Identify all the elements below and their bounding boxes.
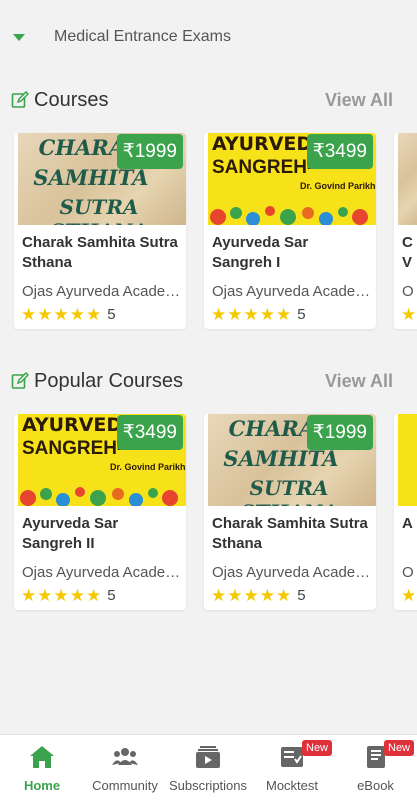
course-author: Ojas Ayurveda Academy — [22, 564, 184, 581]
view-all-link[interactable]: View All — [325, 90, 393, 111]
view-all-link[interactable]: View All — [325, 371, 393, 392]
nav-community[interactable]: Community — [84, 735, 166, 800]
courses-section: Courses View All CHARAK SAMHITA SUTRA ST… — [0, 82, 417, 333]
section-title: Courses — [34, 89, 109, 111]
nav-label: Subscriptions — [168, 778, 248, 793]
star-icon: ★ — [243, 586, 259, 605]
decorative-splash — [20, 487, 178, 506]
star-icon: ★ — [211, 305, 227, 324]
star-icon: ★ — [211, 586, 227, 605]
star-icon: ★ — [53, 586, 69, 605]
course-card[interactable]: CHARAK SAMHITA SUTRA STHANA ₹1999 Charak… — [14, 133, 186, 329]
course-author: Ojas Ayurveda Academy — [212, 564, 374, 581]
exam-category-dropdown[interactable]: Medical Entrance Exams — [0, 14, 417, 60]
star-icon: ★ — [86, 586, 102, 605]
nav-label: Community — [92, 778, 158, 793]
new-badge: New — [384, 740, 415, 756]
course-card[interactable]: AYURVEDA S SANGREH- Dr. Govind Parikh ₹3… — [14, 414, 186, 610]
thumb-text: SANGREH- — [212, 157, 314, 178]
rating: ★ — [401, 306, 417, 323]
nav-label: Mocktest — [265, 778, 318, 793]
rating: ★ ★ ★ ★ ★ 5 — [211, 306, 306, 323]
star-icon: ★ — [69, 305, 85, 324]
star-icon: ★ — [37, 586, 53, 605]
nav-label: Home — [23, 778, 61, 793]
home-icon — [30, 746, 54, 768]
star-icon: ★ — [259, 586, 275, 605]
nav-home[interactable]: Home — [0, 735, 84, 800]
thumb-text: SANGREH- — [22, 438, 124, 459]
star-icon: ★ — [401, 586, 417, 605]
rating: ★ ★ ★ ★ ★ 5 — [21, 587, 116, 604]
course-title: Ayurveda Sar Sangreh II — [22, 515, 119, 552]
star-icon: ★ — [86, 305, 102, 324]
course-card-peek[interactable]: A I O ★ — [394, 414, 417, 610]
price-badge: ₹1999 — [306, 415, 373, 450]
section-title: Popular Courses — [34, 370, 183, 392]
thumb-text: Dr. Govind Parikh — [300, 181, 376, 191]
course-card[interactable]: CHARAK SAMHITA SUTRA STHANA ₹1999 Charak… — [204, 414, 376, 610]
rating: ★ ★ ★ ★ ★ 5 — [21, 306, 116, 323]
course-card-peek[interactable]: C V O ★ — [394, 133, 417, 329]
star-icon: ★ — [401, 305, 417, 324]
popular-courses-header: Popular Courses View All — [0, 363, 417, 401]
community-icon — [112, 748, 138, 765]
star-icon: ★ — [53, 305, 69, 324]
nav-label: eBook — [357, 778, 394, 793]
caret-down-icon — [13, 34, 25, 41]
nav-ebook[interactable]: New eBook — [334, 735, 417, 800]
course-card[interactable]: AYURVEDA S SANGREH- Dr. Govind Parikh ₹3… — [204, 133, 376, 329]
star-icon: ★ — [21, 586, 37, 605]
star-icon: ★ — [243, 305, 259, 324]
course-title: Charak Samhita Sutra Sthana — [212, 515, 368, 552]
price-badge: ₹3499 — [306, 134, 373, 169]
star-icon: ★ — [276, 586, 292, 605]
rating-value: 5 — [107, 587, 116, 604]
star-icon: ★ — [276, 305, 292, 324]
price-badge: ₹1999 — [116, 134, 183, 169]
course-author: Ojas Ayurveda Academy — [212, 283, 374, 300]
rating: ★ ★ ★ ★ ★ 5 — [211, 587, 306, 604]
edit-icon — [11, 91, 29, 108]
rating-value: 5 — [297, 306, 306, 323]
course-title: Charak Samhita Sutra Sthana — [22, 234, 178, 271]
popular-courses-section: Popular Courses View All AYURVEDA S SANG… — [0, 363, 417, 614]
decorative-splash — [210, 206, 368, 225]
rating-value: 5 — [297, 587, 306, 604]
course-thumbnail — [398, 414, 417, 506]
course-author: Ojas Ayurveda Academy — [22, 283, 184, 300]
nav-mocktest[interactable]: New Mocktest — [250, 735, 334, 800]
course-thumbnail — [398, 133, 417, 225]
course-title: C V — [402, 234, 413, 271]
subscriptions-icon — [196, 746, 220, 768]
star-icon: ★ — [69, 586, 85, 605]
rating-value: 5 — [107, 306, 116, 323]
price-badge: ₹3499 — [116, 415, 183, 450]
new-badge: New — [302, 740, 333, 756]
course-title: Ayurveda Sar Sangreh I — [212, 234, 309, 271]
exam-category-label: Medical Entrance Exams — [54, 28, 231, 45]
rating: ★ — [401, 587, 417, 604]
thumb-text: SUTRA STHANA — [50, 195, 148, 225]
popular-card-row[interactable]: AYURVEDA S SANGREH- Dr. Govind Parikh ₹3… — [0, 414, 417, 614]
course-title: A I — [402, 515, 417, 532]
star-icon: ★ — [227, 586, 243, 605]
nav-subscriptions[interactable]: Subscriptions — [166, 735, 250, 800]
star-icon: ★ — [37, 305, 53, 324]
course-author: O — [402, 564, 414, 581]
star-icon: ★ — [21, 305, 37, 324]
courses-card-row[interactable]: CHARAK SAMHITA SUTRA STHANA ₹1999 Charak… — [0, 133, 417, 333]
edit-icon — [11, 372, 29, 389]
thumb-text: SUTRA STHANA — [240, 476, 338, 506]
courses-header: Courses View All — [0, 82, 417, 120]
course-author: O — [402, 283, 414, 300]
bottom-nav: Home Community Subscriptions New Mocktes… — [0, 734, 417, 800]
star-icon: ★ — [227, 305, 243, 324]
thumb-text: Dr. Govind Parikh — [110, 462, 186, 472]
star-icon: ★ — [259, 305, 275, 324]
